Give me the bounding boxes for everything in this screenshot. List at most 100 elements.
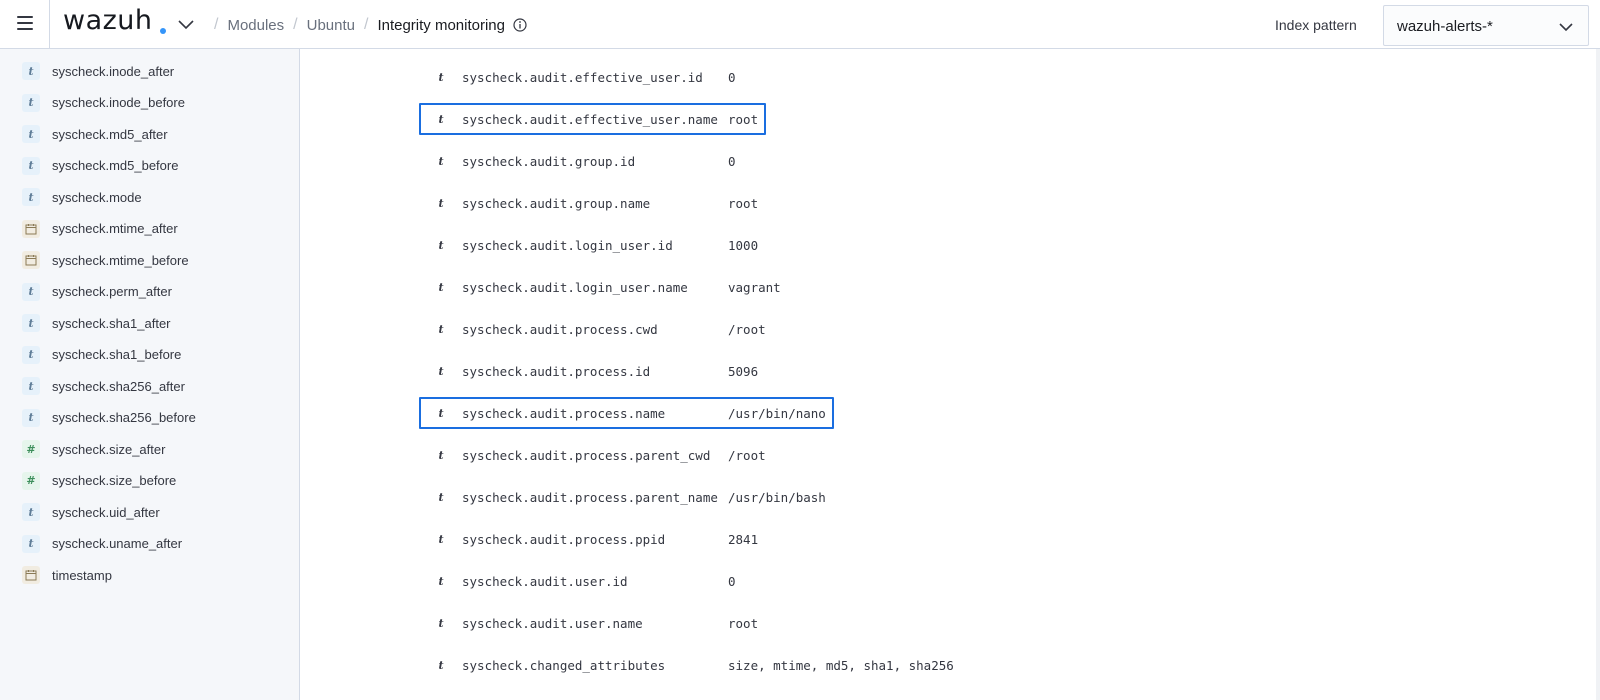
sidebar-field-item[interactable]: t syscheck.uname_after bbox=[22, 533, 182, 555]
wazuh-logo[interactable]: wazuh bbox=[63, 5, 153, 36]
doc-field-key: syscheck.audit.login_user.name bbox=[462, 279, 688, 295]
doc-field-key: syscheck.audit.process.cwd bbox=[462, 321, 658, 337]
doc-field-key: syscheck.audit.login_user.id bbox=[462, 237, 673, 253]
doc-field-row[interactable]: t syscheck.audit.user.name root bbox=[429, 608, 758, 638]
doc-field-row[interactable]: t syscheck.audit.login_user.name vagrant bbox=[429, 272, 780, 302]
sidebar-field-item[interactable]: t syscheck.uid_after bbox=[22, 501, 160, 523]
string-type-icon: t bbox=[22, 282, 40, 301]
sidebar-field-item[interactable]: t syscheck.sha1_after bbox=[22, 312, 171, 334]
doc-field-value: size, mtime, md5, sha1, sha256 bbox=[728, 657, 954, 673]
doc-field-row[interactable]: t syscheck.audit.effective_user.name root bbox=[429, 104, 758, 134]
number-type-icon: # bbox=[22, 440, 40, 458]
string-type-icon: t bbox=[22, 534, 40, 553]
doc-field-row[interactable]: t syscheck.audit.group.id 0 bbox=[429, 146, 735, 176]
sidebar-field-name: syscheck.inode_after bbox=[52, 63, 175, 79]
string-type-icon: t bbox=[438, 448, 444, 462]
breadcrumb-modules[interactable]: Modules bbox=[227, 17, 284, 34]
sidebar-field-item[interactable]: # syscheck.size_before bbox=[22, 470, 176, 492]
doc-field-value: /root bbox=[728, 321, 766, 337]
string-type-icon: t bbox=[22, 314, 40, 332]
sidebar-field-name: syscheck.uname_after bbox=[52, 536, 183, 551]
doc-field-key: syscheck.audit.process.id bbox=[462, 363, 651, 379]
string-type-icon: t bbox=[438, 364, 444, 378]
doc-field-value: /root bbox=[728, 447, 766, 463]
string-type-icon: t bbox=[438, 280, 444, 294]
string-type-icon: t bbox=[438, 322, 444, 336]
doc-field-row[interactable]: t syscheck.audit.process.name/usr/bin/nan… bbox=[429, 398, 825, 428]
sidebar-field-item[interactable]: t syscheck.md5_before bbox=[22, 155, 178, 177]
doc-field-row[interactable]: t syscheck.audit.group.name root bbox=[429, 188, 758, 218]
sidebar-field-item[interactable]: t syscheck.inode_after bbox=[22, 60, 174, 82]
calendar-icon bbox=[22, 251, 40, 269]
doc-field-key: syscheck.audit.process.parent_cwd bbox=[462, 447, 711, 463]
doc-field-value: root bbox=[728, 111, 759, 127]
sidebar-field-name: syscheck.sha256_before bbox=[52, 410, 196, 425]
breadcrumb-separator: / bbox=[293, 16, 298, 33]
sidebar-field-item[interactable]: timestamp bbox=[22, 564, 112, 586]
doc-field-row[interactable]: t syscheck.changed_attributes size, mtime,… bbox=[429, 650, 953, 680]
doc-field-value: 5096 bbox=[728, 363, 759, 379]
string-type-icon: t bbox=[438, 532, 444, 546]
doc-field-key: syscheck.audit.group.name bbox=[462, 195, 651, 211]
sidebar-field-name: syscheck.uid_after bbox=[52, 504, 160, 520]
doc-field-key: syscheck.audit.process.ppid bbox=[462, 531, 666, 547]
string-type-icon: t bbox=[438, 490, 444, 504]
doc-field-row[interactable]: t syscheck.audit.effective_user.id 0 bbox=[429, 62, 735, 92]
string-type-icon: t bbox=[22, 345, 40, 364]
doc-field-key: syscheck.audit.process.parent_name bbox=[462, 489, 718, 505]
string-type-icon: t bbox=[22, 188, 40, 206]
number-type-icon: # bbox=[22, 471, 40, 490]
doc-field-key: syscheck.audit.user.id bbox=[462, 573, 628, 589]
sidebar-field-item[interactable]: syscheck.mtime_after bbox=[22, 218, 178, 240]
sidebar-field-item[interactable]: t syscheck.md5_after bbox=[22, 123, 168, 145]
doc-field-row[interactable]: t syscheck.audit.process.parent_name/usr/… bbox=[429, 482, 825, 512]
sidebar-field-item[interactable]: t syscheck.sha256_before bbox=[22, 407, 196, 429]
document-detail-panel: t syscheck.audit.effective_user.id 0 t sysch… bbox=[301, 49, 1600, 700]
sidebar-field-name: syscheck.mtime_after bbox=[52, 221, 178, 236]
info-icon[interactable] bbox=[513, 18, 527, 32]
string-type-icon: t bbox=[22, 125, 40, 143]
doc-field-key: syscheck.audit.effective_user.id bbox=[462, 69, 703, 85]
sidebar-field-name: syscheck.mtime_before bbox=[52, 252, 189, 268]
menu-icon[interactable] bbox=[14, 12, 36, 34]
chevron-down-icon[interactable] bbox=[176, 14, 196, 34]
string-type-icon: t bbox=[438, 196, 444, 210]
doc-field-row[interactable]: t syscheck.audit.user.id 0 bbox=[429, 566, 735, 596]
sidebar-field-item[interactable]: t syscheck.sha256_after bbox=[22, 375, 185, 397]
doc-field-value: 1000 bbox=[728, 237, 759, 253]
sidebar-field-item[interactable]: t syscheck.sha1_before bbox=[22, 344, 181, 366]
string-type-icon: t bbox=[22, 62, 40, 80]
logo-dot bbox=[160, 28, 166, 34]
index-pattern-value: wazuh-alerts-* bbox=[1397, 18, 1493, 35]
doc-field-value: 0 bbox=[728, 69, 736, 85]
doc-field-row[interactable]: t syscheck.audit.process.ppid 2841 bbox=[429, 524, 758, 554]
index-pattern-label: Index pattern bbox=[1275, 17, 1357, 33]
sidebar-field-name: timestamp bbox=[52, 567, 112, 583]
sidebar-field-item[interactable]: t syscheck.mode bbox=[22, 186, 142, 208]
doc-field-row[interactable]: t syscheck.audit.process.parent_cwd/root bbox=[429, 440, 765, 470]
doc-field-key: syscheck.audit.process.name bbox=[462, 405, 666, 421]
calendar-icon bbox=[22, 219, 40, 238]
doc-field-value: 2841 bbox=[728, 531, 759, 547]
sidebar-field-item[interactable]: syscheck.mtime_before bbox=[22, 249, 189, 271]
top-header: wazuh / Modules / Ubuntu / Integrity mon… bbox=[0, 0, 1600, 49]
doc-field-value: /usr/bin/bash bbox=[728, 489, 826, 505]
sidebar-field-name: syscheck.sha1_before bbox=[52, 347, 182, 362]
sidebar-field-name: syscheck.sha256_after bbox=[52, 378, 185, 394]
string-type-icon: t bbox=[22, 156, 40, 175]
breadcrumb-separator: / bbox=[214, 16, 219, 33]
doc-field-row[interactable]: t syscheck.audit.process.id 5096 bbox=[429, 356, 758, 386]
string-type-icon: t bbox=[438, 616, 444, 630]
doc-field-row[interactable]: t syscheck.audit.login_user.id 1000 bbox=[429, 230, 758, 260]
doc-field-row[interactable]: t syscheck.audit.process.cwd/root bbox=[429, 314, 765, 344]
index-pattern-select[interactable]: wazuh-alerts-* bbox=[1383, 5, 1589, 46]
calendar-icon bbox=[22, 566, 40, 584]
sidebar-field-item[interactable]: t syscheck.perm_after bbox=[22, 281, 172, 303]
scrollbar[interactable] bbox=[1596, 49, 1600, 700]
sidebar-field-item[interactable]: t syscheck.inode_before bbox=[22, 92, 185, 114]
sidebar-field-name: syscheck.md5_before bbox=[52, 158, 179, 173]
breadcrumb-ubuntu[interactable]: Ubuntu bbox=[307, 17, 355, 34]
sidebar-field-item[interactable]: # syscheck.size_after bbox=[22, 438, 165, 460]
doc-field-value: 0 bbox=[728, 153, 736, 169]
breadcrumb-integrity-monitoring: Integrity monitoring bbox=[377, 16, 505, 34]
